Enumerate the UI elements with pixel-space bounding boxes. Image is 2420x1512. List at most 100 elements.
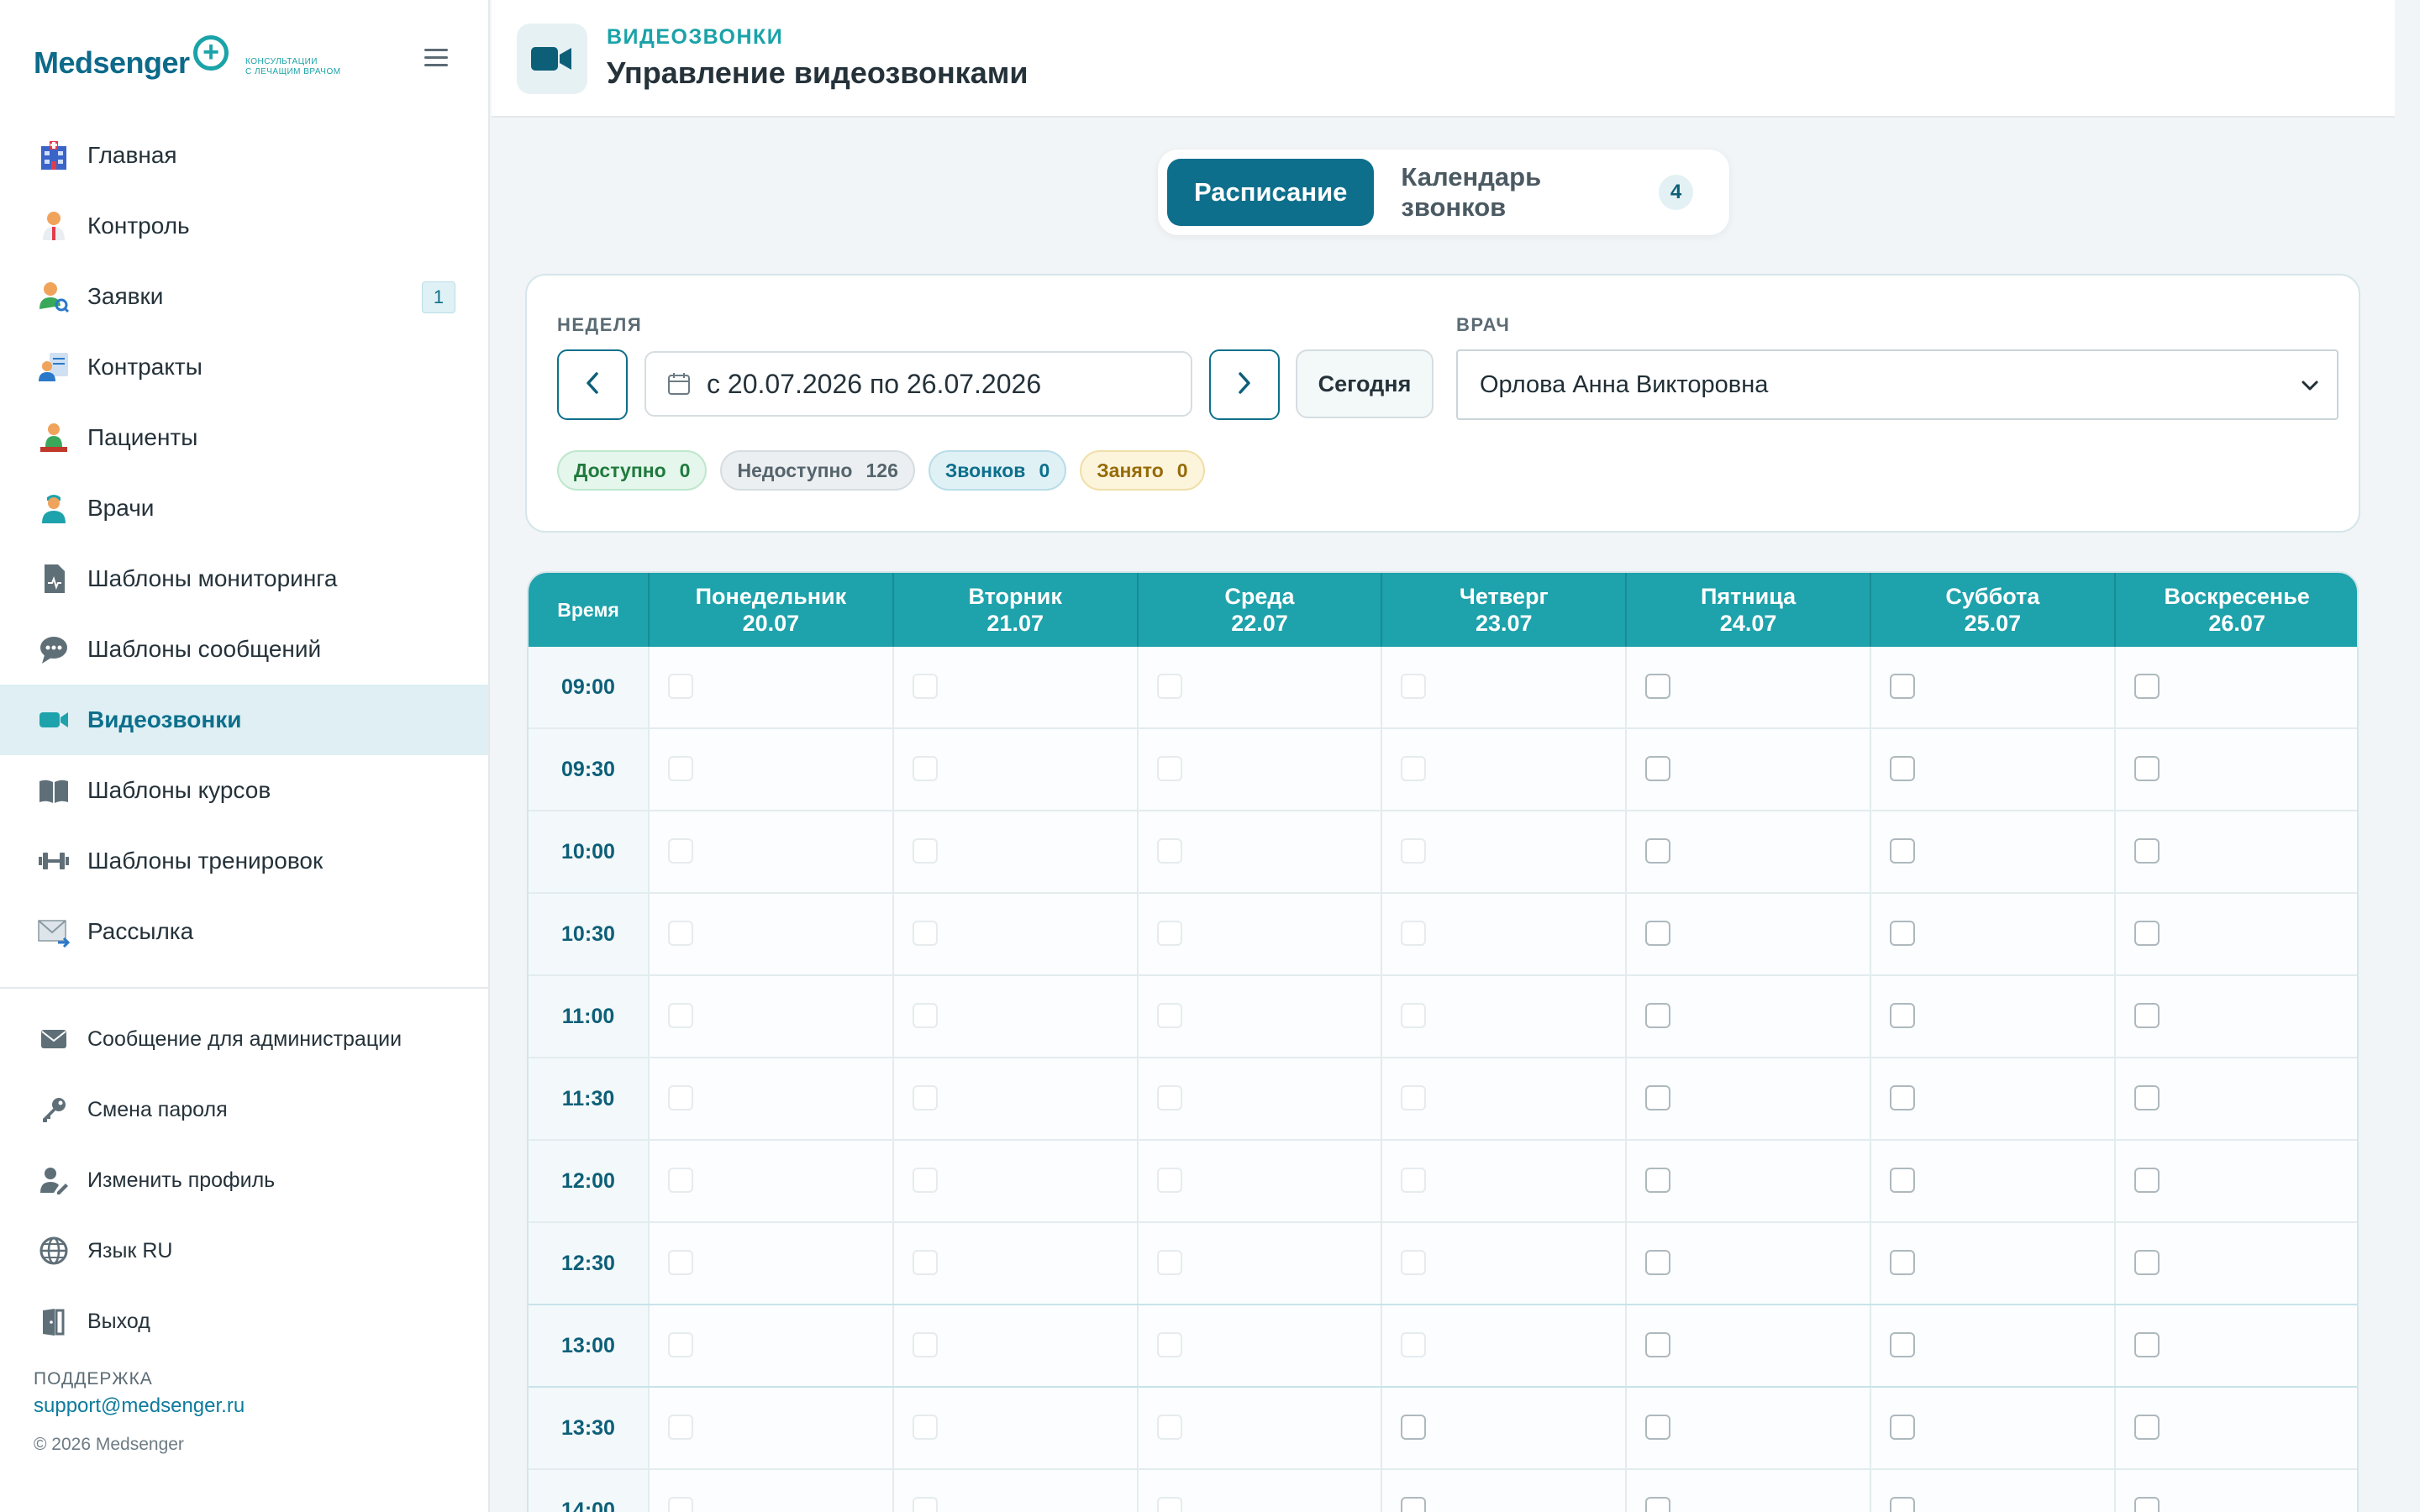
menu-item-edit-profile[interactable]: Изменить профиль (0, 1145, 488, 1215)
slot-checkbox[interactable] (1645, 1250, 1671, 1275)
menu-item-language[interactable]: Язык RU (0, 1215, 488, 1286)
slot-checkbox[interactable] (1645, 1332, 1671, 1357)
sidebar-item-video-calls[interactable]: Видеозвонки (0, 685, 488, 755)
sidebar-item-message-templates[interactable]: Шаблоны сообщений (0, 614, 488, 685)
slot-checkbox[interactable] (668, 838, 693, 864)
today-button[interactable]: Сегодня (1296, 349, 1434, 418)
slot-checkbox[interactable] (2133, 1168, 2160, 1193)
slot-checkbox[interactable] (2133, 674, 2160, 699)
sidebar-item-workout-templates[interactable]: Шаблоны тренировок (0, 826, 488, 896)
slot-checkbox[interactable] (1401, 1415, 1427, 1440)
slot-checkbox[interactable] (668, 921, 693, 946)
slot-checkbox[interactable] (912, 1250, 938, 1275)
slot-checkbox[interactable] (2133, 838, 2160, 864)
next-week-button[interactable] (1209, 349, 1280, 420)
slot-checkbox[interactable] (1889, 756, 1915, 781)
sidebar-item-requests[interactable]: Заявки 1 (0, 261, 488, 332)
slot-checkbox[interactable] (2133, 1332, 2160, 1357)
slot-checkbox[interactable] (1889, 921, 1915, 946)
slot-checkbox[interactable] (912, 756, 938, 781)
slot-checkbox[interactable] (1401, 1497, 1427, 1512)
slot-checkbox[interactable] (2133, 1250, 2160, 1275)
slot-checkbox[interactable] (2133, 921, 2160, 946)
slot-checkbox[interactable] (1645, 1415, 1671, 1440)
slot-checkbox[interactable] (1401, 1168, 1427, 1193)
prev-week-button[interactable] (557, 349, 628, 420)
sidebar-item-course-templates[interactable]: Шаблоны курсов (0, 755, 488, 826)
slot-checkbox[interactable] (1401, 1003, 1427, 1028)
week-range-field[interactable]: с 20.07.2026 по 26.07.2026 (644, 351, 1192, 417)
slot-checkbox[interactable] (1645, 921, 1671, 946)
slot-checkbox[interactable] (1156, 1332, 1182, 1357)
slot-checkbox[interactable] (1156, 1415, 1182, 1440)
sidebar-item-mailing[interactable]: Рассылка (0, 896, 488, 967)
slot-checkbox[interactable] (912, 674, 938, 699)
slot-checkbox[interactable] (1401, 838, 1427, 864)
slot-checkbox[interactable] (1156, 1497, 1182, 1512)
slot-checkbox[interactable] (1156, 1250, 1182, 1275)
slot-checkbox[interactable] (1401, 1250, 1427, 1275)
slot-checkbox[interactable] (2133, 1497, 2160, 1512)
slot-checkbox[interactable] (668, 1168, 693, 1193)
slot-checkbox[interactable] (2133, 1415, 2160, 1440)
slot-checkbox[interactable] (1156, 1168, 1182, 1193)
slot-checkbox[interactable] (1889, 1168, 1915, 1193)
slot-checkbox[interactable] (1645, 756, 1671, 781)
menu-item-change-password[interactable]: Смена пароля (0, 1074, 488, 1145)
slot-checkbox[interactable] (1889, 1497, 1915, 1512)
slot-checkbox[interactable] (1889, 674, 1915, 699)
slot-checkbox[interactable] (2133, 756, 2160, 781)
brand-logo[interactable]: Medsenger + консультации с лечащим врачо… (34, 35, 437, 86)
slot-checkbox[interactable] (668, 1415, 693, 1440)
slot-checkbox[interactable] (668, 756, 693, 781)
menu-item-admin-message[interactable]: Сообщение для администрации (0, 1004, 488, 1074)
sidebar-item-doctors[interactable]: Врачи (0, 473, 488, 543)
slot-checkbox[interactable] (1401, 674, 1427, 699)
slot-checkbox[interactable] (1645, 1497, 1671, 1512)
sidebar-item-patients[interactable]: Пациенты (0, 402, 488, 473)
slot-checkbox[interactable] (2133, 1085, 2160, 1110)
slot-checkbox[interactable] (912, 1168, 938, 1193)
slot-checkbox[interactable] (1889, 838, 1915, 864)
slot-checkbox[interactable] (668, 1332, 693, 1357)
slot-checkbox[interactable] (1156, 674, 1182, 699)
slot-checkbox[interactable] (1156, 756, 1182, 781)
tab-call-calendar[interactable]: Календарь звонков 4 (1374, 159, 1720, 226)
slot-checkbox[interactable] (668, 674, 693, 699)
sidebar-item-contracts[interactable]: Контракты (0, 332, 488, 402)
slot-checkbox[interactable] (1645, 838, 1671, 864)
slot-checkbox[interactable] (1401, 1332, 1427, 1357)
slot-checkbox[interactable] (912, 1415, 938, 1440)
slot-checkbox[interactable] (912, 1332, 938, 1357)
slot-checkbox[interactable] (668, 1003, 693, 1028)
slot-checkbox[interactable] (1645, 1085, 1671, 1110)
tab-schedule[interactable]: Расписание (1167, 159, 1375, 226)
slot-checkbox[interactable] (1645, 674, 1671, 699)
slot-checkbox[interactable] (1889, 1332, 1915, 1357)
support-email-link[interactable]: support@medsenger.ru (34, 1394, 245, 1418)
slot-checkbox[interactable] (1401, 921, 1427, 946)
slot-checkbox[interactable] (912, 838, 938, 864)
slot-checkbox[interactable] (912, 1497, 938, 1512)
slot-checkbox[interactable] (912, 1003, 938, 1028)
menu-toggle-icon[interactable] (424, 49, 448, 71)
slot-checkbox[interactable] (1889, 1085, 1915, 1110)
slot-checkbox[interactable] (668, 1497, 693, 1512)
slot-checkbox[interactable] (1156, 838, 1182, 864)
slot-checkbox[interactable] (668, 1085, 693, 1110)
slot-checkbox[interactable] (912, 1085, 938, 1110)
slot-checkbox[interactable] (1645, 1003, 1671, 1028)
slot-checkbox[interactable] (1889, 1250, 1915, 1275)
sidebar-item-monitoring-templates[interactable]: Шаблоны мониторинга (0, 543, 488, 614)
slot-checkbox[interactable] (1401, 1085, 1427, 1110)
slot-checkbox[interactable] (1889, 1003, 1915, 1028)
sidebar-item-home[interactable]: Главная (0, 120, 488, 191)
slot-checkbox[interactable] (1156, 1085, 1182, 1110)
slot-checkbox[interactable] (1401, 756, 1427, 781)
slot-checkbox[interactable] (1645, 1168, 1671, 1193)
slot-checkbox[interactable] (1889, 1415, 1915, 1440)
slot-checkbox[interactable] (1156, 921, 1182, 946)
slot-checkbox[interactable] (2133, 1003, 2160, 1028)
slot-checkbox[interactable] (912, 921, 938, 946)
doctor-select[interactable]: Орлова Анна Викторовна (1456, 349, 2338, 420)
